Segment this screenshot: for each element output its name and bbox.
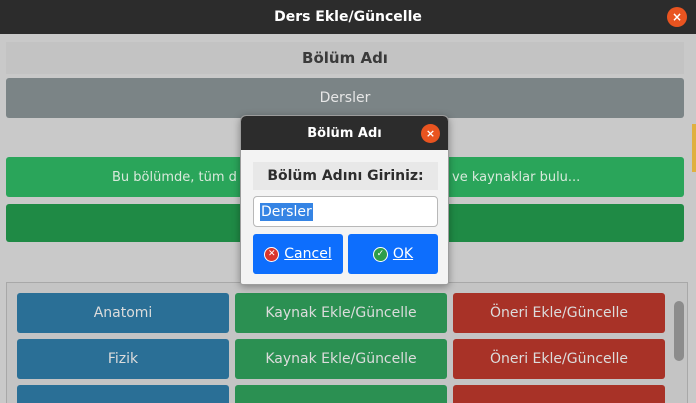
- course-button-fizik[interactable]: Fizik: [17, 339, 229, 379]
- section-name-button[interactable]: Dersler: [6, 78, 684, 118]
- course-list: Anatomi Kaynak Ekle/Güncelle Öneri Ekle/…: [6, 282, 688, 403]
- window-titlebar: Ders Ekle/Güncelle ×: [0, 0, 696, 34]
- course-button-partial[interactable]: [17, 385, 229, 403]
- cancel-button[interactable]: ✕ Cancel: [253, 234, 343, 274]
- section-name-input[interactable]: Dersler: [253, 196, 438, 227]
- description-text-right: ve kaynaklar bulu...: [452, 169, 581, 185]
- suggestion-button-anatomi[interactable]: Öneri Ekle/Güncelle: [453, 293, 665, 333]
- window-close-button[interactable]: ×: [667, 7, 687, 27]
- ok-icon: ✓: [372, 246, 388, 262]
- section-title: Bölüm Adı: [6, 42, 684, 74]
- input-selected-text: Dersler: [260, 202, 313, 221]
- course-button-anatomi[interactable]: Anatomi: [17, 293, 229, 333]
- window-title: Ders Ekle/Güncelle: [274, 9, 422, 25]
- dialog-title: Bölüm Adı: [307, 125, 382, 141]
- list-scrollbar[interactable]: [674, 301, 684, 361]
- dialog-prompt: Bölüm Adını Giriniz:: [253, 162, 438, 190]
- dialog-close-button[interactable]: ×: [421, 124, 440, 143]
- dialog-titlebar: Bölüm Adı ×: [241, 116, 448, 150]
- suggestion-button-partial[interactable]: [453, 385, 665, 403]
- resource-button-partial[interactable]: [235, 385, 447, 403]
- cancel-label: Cancel: [284, 246, 332, 262]
- description-text-left: Bu bölümde, tüm d: [112, 169, 237, 185]
- close-icon: ×: [425, 127, 436, 140]
- cancel-icon: ✕: [264, 246, 280, 262]
- close-icon: ×: [671, 10, 683, 24]
- resource-button-anatomi[interactable]: Kaynak Ekle/Güncelle: [235, 293, 447, 333]
- resource-button-fizik[interactable]: Kaynak Ekle/Güncelle: [235, 339, 447, 379]
- ok-label: OK: [392, 246, 414, 262]
- suggestion-button-fizik[interactable]: Öneri Ekle/Güncelle: [453, 339, 665, 379]
- ok-button[interactable]: ✓ OK: [348, 234, 438, 274]
- section-name-dialog: Bölüm Adı × Bölüm Adını Giriniz: Dersler…: [240, 115, 449, 285]
- side-accent: [692, 124, 696, 172]
